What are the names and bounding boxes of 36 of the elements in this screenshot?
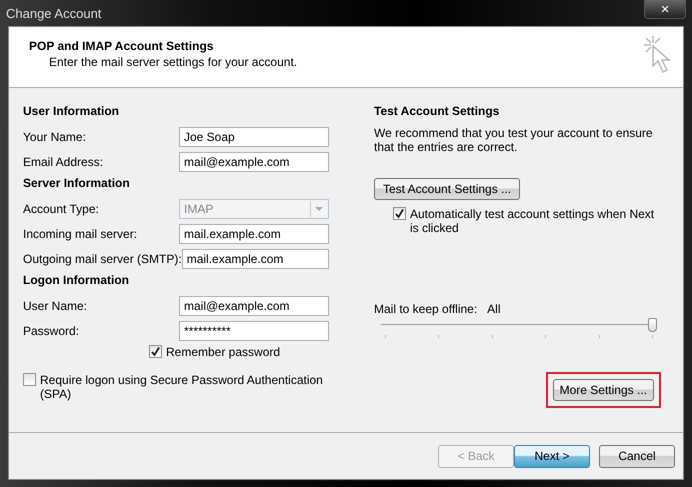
field-label: Password:	[23, 324, 80, 338]
text-field[interactable]: **********	[179, 320, 329, 340]
text-field[interactable]: mail.example.com	[182, 248, 329, 268]
section-heading: User Information	[23, 103, 120, 120]
more-settings-button[interactable]: More Settings ...	[552, 379, 654, 401]
slider-thumb[interactable]	[648, 318, 657, 332]
page-title: POP and IMAP Account Settings	[29, 39, 214, 53]
slider-value: All	[487, 302, 501, 316]
field-label: Email Address:	[23, 154, 104, 168]
cursor-click-icon	[641, 34, 671, 76]
checkbox[interactable]	[23, 373, 36, 386]
slider-label: Mail to keep offline:	[374, 302, 478, 316]
checkbox[interactable]	[393, 207, 406, 220]
text-field[interactable]: mail@example.com	[179, 296, 329, 316]
test-settings-button[interactable]: Test Account Settings ...	[374, 178, 520, 200]
text-field[interactable]: mail@example.com	[179, 152, 329, 172]
window-title: Change Account	[6, 6, 102, 21]
checkbox-label: Automatically test account settings when Next is clicked	[410, 207, 656, 235]
field-label: Outgoing mail server (SMTP):	[23, 252, 182, 266]
section-heading: Logon Information	[23, 272, 130, 289]
field-label: User Name:	[23, 298, 88, 312]
field-label: Incoming mail server:	[23, 226, 138, 240]
checkbox[interactable]	[149, 345, 162, 358]
section-heading: Server Information	[23, 175, 131, 192]
text-field[interactable]: Joe Soap	[179, 126, 329, 146]
dialog-button[interactable]: Cancel	[599, 444, 675, 468]
section-heading: Test Account Settings	[374, 103, 500, 120]
field-label: Your Name:	[23, 130, 86, 144]
page-subtitle: Enter the mail server settings for your account.	[49, 55, 298, 69]
field-label: Account Type:	[23, 202, 99, 216]
checkbox-label: Remember password	[166, 345, 280, 359]
close-button[interactable]: ✕	[644, 0, 686, 19]
text-field[interactable]: mail.example.com	[179, 224, 329, 244]
dialog-button[interactable]: Next >	[514, 444, 590, 468]
checkbox-label: Require logon using Secure Password Authentication (SPA)	[40, 373, 324, 401]
description-text: We recommend that you test your account to ensure that the entries are correct.	[374, 126, 654, 154]
